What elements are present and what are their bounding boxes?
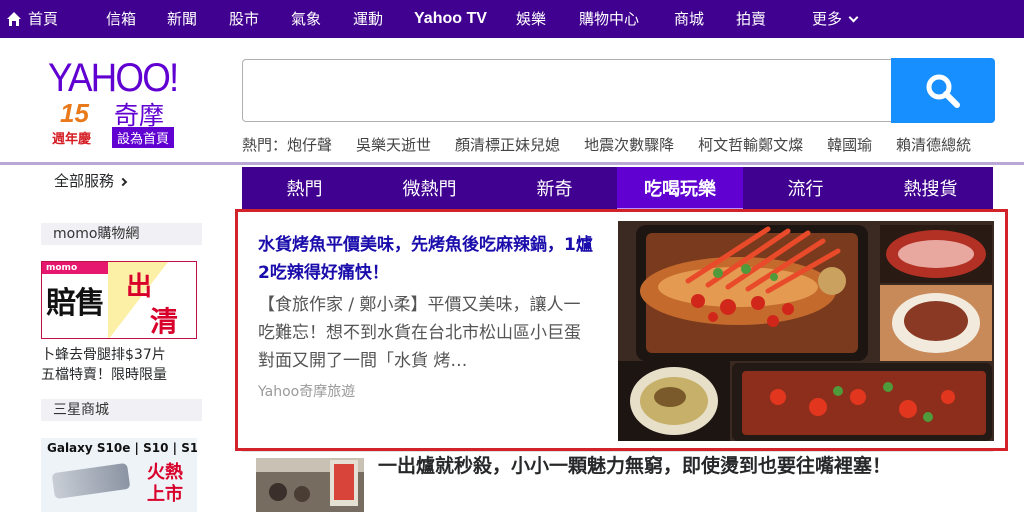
nav-more-label: 更多 [812, 10, 843, 28]
trending-item[interactable]: 吳樂天逝世 [356, 136, 431, 154]
momo-brand-logo: momo [42, 262, 108, 274]
search-button[interactable] [891, 58, 995, 123]
chevron-down-icon [848, 12, 859, 23]
shop-photo [256, 458, 364, 512]
galaxy-models: Galaxy S10e | S10 | S10+ [47, 441, 197, 455]
ad-headline-accent: 出 [126, 272, 153, 302]
tab-fashion[interactable]: 流行 [743, 167, 868, 212]
trending-item[interactable]: 柯文哲輸鄭文燦 [698, 136, 803, 154]
ad-headline-accent: 清 [150, 305, 179, 338]
tab-food-fun[interactable]: 吃喝玩樂 [617, 167, 743, 212]
nav-news[interactable]: 新聞 [167, 0, 197, 38]
grilled-fish-image [618, 221, 994, 441]
trending-item[interactable]: 地震次數驟降 [584, 136, 674, 154]
samsung-section-label: 三星商城 [41, 399, 202, 421]
phone-image [51, 462, 131, 500]
momo-ad-banner[interactable]: momo 賠售 出 清 [41, 261, 197, 339]
ad-headline: 賠售 [46, 286, 105, 321]
tab-novel[interactable]: 新奇 [492, 167, 617, 212]
tab-warm[interactable]: 微熱門 [367, 167, 492, 212]
nav-yahoo-tv[interactable]: Yahoo TV [414, 0, 487, 38]
trending-item[interactable]: 炮仔聲 [287, 136, 332, 154]
promo-line: 五檔特賣！限時限量 [41, 367, 167, 383]
trending-searches: 熱門：炮仔聲 吳樂天逝世 顏清標正妹兒媳 地震次數驟降 柯文哲輸鄭文燦 韓國瑜 賴清德總統 [242, 134, 995, 154]
second-article-title[interactable]: 一出爐就秒殺，小小一顆魅力無窮，即使燙到也要往嘴裡塞！ [378, 452, 918, 480]
galaxy-ad-banner[interactable]: Galaxy S10e | S10 | S10+ 火熱上市 [41, 438, 197, 512]
nav-sports[interactable]: 運動 [353, 0, 383, 38]
trending-item[interactable]: 賴清德總統 [896, 136, 971, 154]
all-services-label: 全部服務 [54, 172, 115, 190]
tab-hot-products[interactable]: 熱搜貨 [868, 167, 993, 212]
home-icon[interactable] [6, 11, 22, 27]
trending-item[interactable]: 韓國瑜 [827, 136, 872, 154]
second-article-thumbnail[interactable] [256, 458, 364, 512]
tab-hot[interactable]: 熱門 [242, 167, 367, 212]
nav-stock[interactable]: 股市 [229, 0, 259, 38]
nav-mall[interactable]: 商城 [674, 0, 704, 38]
promo-line: 卜蜂去骨腿排$37片 [41, 347, 166, 363]
trending-item[interactable]: 顏清標正妹兒媳 [455, 136, 560, 154]
news-tabs: 熱門 微熱門 新奇 吃喝玩樂 流行 熱搜貨 [242, 167, 993, 212]
momo-promo-link[interactable]: 卜蜂去骨腿排$37片 五檔特賣！限時限量 [41, 345, 211, 385]
nav-auction[interactable]: 拍賣 [736, 0, 766, 38]
featured-article-source[interactable]: Yahoo奇摩旅遊 [258, 381, 355, 401]
nav-shopping-center[interactable]: 購物中心 [579, 0, 639, 38]
anniversary-number: 15 [60, 98, 89, 128]
galaxy-hot-text: 火熱上市 [147, 462, 183, 505]
header-divider [0, 162, 1024, 165]
featured-article-summary: 【食旅作家 / 鄭小柔】平價又美味，讓人一吃難忘！想不到水貨在台北市松山區小巨蛋… [258, 295, 581, 371]
all-services-link[interactable]: 全部服務 [54, 170, 128, 191]
search-input[interactable] [242, 59, 892, 122]
logo-wordmark: YAHOO! [48, 56, 179, 100]
featured-article-title[interactable]: 水貨烤魚平價美味，先烤魚後吃麻辣鍋，1爐2吃辣得好痛快！ [258, 231, 600, 287]
anniversary-badge: 15 週年慶 [52, 98, 106, 147]
nav-home[interactable]: 首頁 [28, 0, 58, 38]
nav-more[interactable]: 更多 [812, 0, 859, 38]
top-nav-bar: 首頁 信箱 新聞 股市 氣象 運動 Yahoo TV 娛樂 購物中心 商城 拍賣… [0, 0, 1024, 38]
chevron-right-icon [118, 177, 128, 187]
anniversary-text: 週年慶 [52, 132, 92, 147]
nav-entertainment[interactable]: 娛樂 [516, 0, 546, 38]
trending-label: 熱門： [242, 136, 288, 154]
momo-section-label: momo購物網 [41, 223, 202, 245]
set-homepage-button[interactable]: 設為首頁 [112, 127, 175, 148]
yahoo-logo[interactable]: YAHOO! 15 週年慶 奇摩 設為首頁 [46, 56, 206, 152]
search-icon [926, 74, 960, 108]
nav-weather[interactable]: 氣象 [291, 0, 321, 38]
nav-mail[interactable]: 信箱 [106, 0, 136, 38]
featured-article-image[interactable] [618, 221, 994, 441]
